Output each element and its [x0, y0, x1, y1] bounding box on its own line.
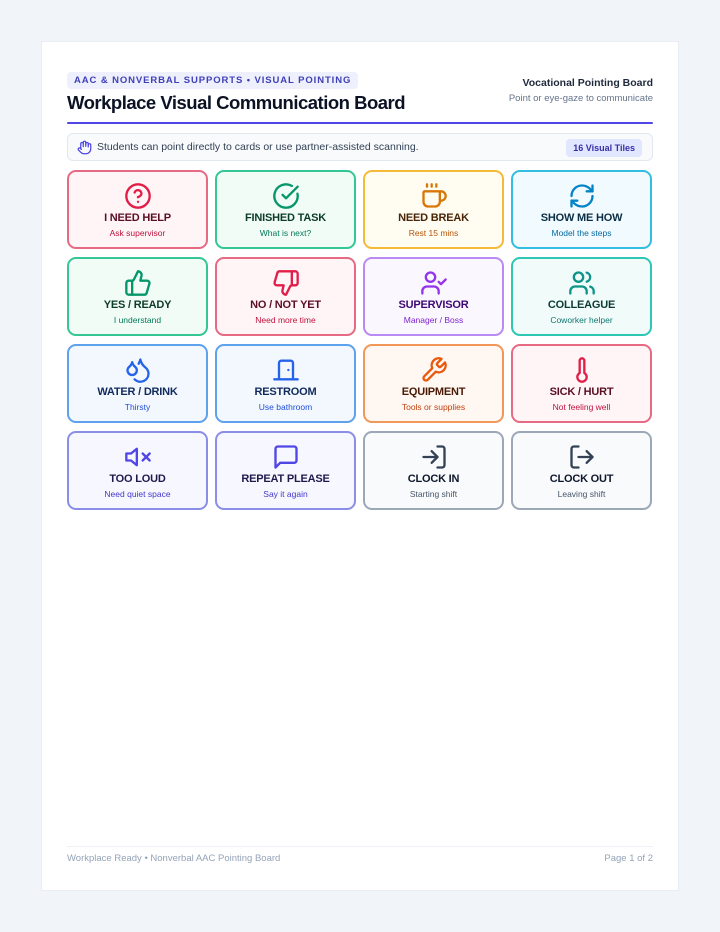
header-divider [67, 122, 653, 124]
category-tag: AAC & NONVERBAL SUPPORTS • VISUAL POINTI… [67, 72, 359, 89]
tile-subtitle: Need more time [255, 315, 316, 325]
wrench-icon [420, 356, 448, 384]
page-number: Page 1 of 2 [604, 853, 653, 864]
tile-title: COLLEAGUE [547, 299, 616, 311]
tile-yes-ready[interactable]: YES / READY I understand [67, 257, 208, 336]
tile-title: RESTROOM [254, 386, 317, 398]
tile-title: NEED BREAK [398, 212, 469, 224]
tile-title: SHOW ME HOW [540, 212, 623, 224]
tile-title: EQUIPMENT [401, 386, 466, 398]
tile-title: SUPERVISOR [398, 299, 469, 311]
tile-show-me-how[interactable]: SHOW ME HOW Model the steps [511, 170, 652, 249]
check-circle-icon [272, 182, 300, 210]
tile-title: REPEAT PLEASE [241, 473, 330, 485]
tile-i-need-help[interactable]: I NEED HELP Ask supervisor [67, 170, 208, 249]
tile-need-break[interactable]: NEED BREAK Rest 15 mins [363, 170, 504, 249]
board-instruction: Point or eye-gaze to communicate [508, 93, 653, 104]
header-meta: Vocational Pointing Board Point or eye-g… [509, 77, 653, 104]
tile-subtitle: Not feeling well [552, 402, 611, 412]
log-in-icon [420, 443, 448, 471]
page-header: AAC & NONVERBAL SUPPORTS • VISUAL POINTI… [67, 72, 653, 124]
droplets-icon [124, 356, 152, 384]
usage-note: Students can point directly to cards or … [67, 133, 653, 161]
tile-subtitle: Thirsty [124, 402, 151, 412]
thumbs-down-icon [272, 269, 300, 297]
coffee-cup-icon [420, 182, 448, 210]
tile-subtitle: Say it again [263, 489, 308, 499]
tile-repeat-please[interactable]: REPEAT PLEASE Say it again [215, 431, 356, 510]
tile-title: SICK / HURT [549, 386, 614, 398]
log-out-icon [568, 443, 596, 471]
tile-supervisor[interactable]: SUPERVISOR Manager / Boss [363, 257, 504, 336]
help-circle-icon [124, 182, 152, 210]
tile-water-drink[interactable]: WATER / DRINK Thirsty [67, 344, 208, 423]
tile-subtitle: Starting shift [409, 489, 458, 499]
tile-title: NO / NOT YET [250, 299, 321, 311]
tile-restroom[interactable]: RESTROOM Use bathroom [215, 344, 356, 423]
tile-clock-in[interactable]: CLOCK IN Starting shift [363, 431, 504, 510]
tile-subtitle: Need quiet space [104, 489, 171, 499]
tile-colleague[interactable]: COLLEAGUE Coworker helper [511, 257, 652, 336]
tile-subtitle: Model the steps [551, 228, 612, 238]
usage-note-text: Students can point directly to cards or … [97, 141, 419, 153]
tile-sick-hurt[interactable]: SICK / HURT Not feeling well [511, 344, 652, 423]
tile-subtitle: Manager / Boss [403, 315, 464, 325]
board-type-label: Vocational Pointing Board [522, 77, 653, 89]
tile-finished-task[interactable]: FINISHED TASK What is next? [215, 170, 356, 249]
footer-title: Workplace Ready • Nonverbal AAC Pointing… [67, 853, 281, 864]
tile-subtitle: I understand [113, 315, 162, 325]
tile-title: CLOCK OUT [549, 473, 614, 485]
tile-subtitle: Ask supervisor [109, 228, 166, 238]
users-icon [568, 269, 596, 297]
message-square-icon [272, 443, 300, 471]
refresh-icon [568, 182, 596, 210]
tile-too-loud[interactable]: TOO LOUD Need quiet space [67, 431, 208, 510]
page-title: Workplace Visual Communication Board [67, 92, 406, 113]
user-check-icon [420, 269, 448, 297]
tile-subtitle: What is next? [259, 228, 312, 238]
thermometer-icon [568, 356, 596, 384]
tile-title: I NEED HELP [104, 212, 171, 224]
tile-subtitle: Tools or supplies [401, 402, 466, 412]
tile-subtitle: Leaving shift [557, 489, 606, 499]
tile-title: WATER / DRINK [97, 386, 178, 398]
tile-equipment[interactable]: EQUIPMENT Tools or supplies [363, 344, 504, 423]
tile-title: TOO LOUD [109, 473, 166, 485]
tile-title: YES / READY [103, 299, 172, 311]
tile-grid: I NEED HELP Ask supervisor FINISHED TASK… [67, 170, 653, 510]
door-icon [272, 356, 300, 384]
tile-clock-out[interactable]: CLOCK OUT Leaving shift [511, 431, 652, 510]
page-footer: Workplace Ready • Nonverbal AAC Pointing… [67, 846, 653, 864]
tile-subtitle: Use bathroom [258, 402, 313, 412]
thumbs-up-icon [124, 269, 152, 297]
tile-subtitle: Coworker helper [550, 315, 613, 325]
board-page: AAC & NONVERBAL SUPPORTS • VISUAL POINTI… [42, 42, 678, 890]
tile-subtitle: Rest 15 mins [408, 228, 459, 238]
tile-title: CLOCK IN [407, 473, 460, 485]
tile-count-badge: 16 Visual Tiles [566, 139, 642, 157]
hand-pointer-icon [77, 140, 92, 155]
tile-title: FINISHED TASK [245, 212, 326, 224]
tile-no-not-yet[interactable]: NO / NOT YET Need more time [215, 257, 356, 336]
volume-mute-icon [124, 443, 152, 471]
